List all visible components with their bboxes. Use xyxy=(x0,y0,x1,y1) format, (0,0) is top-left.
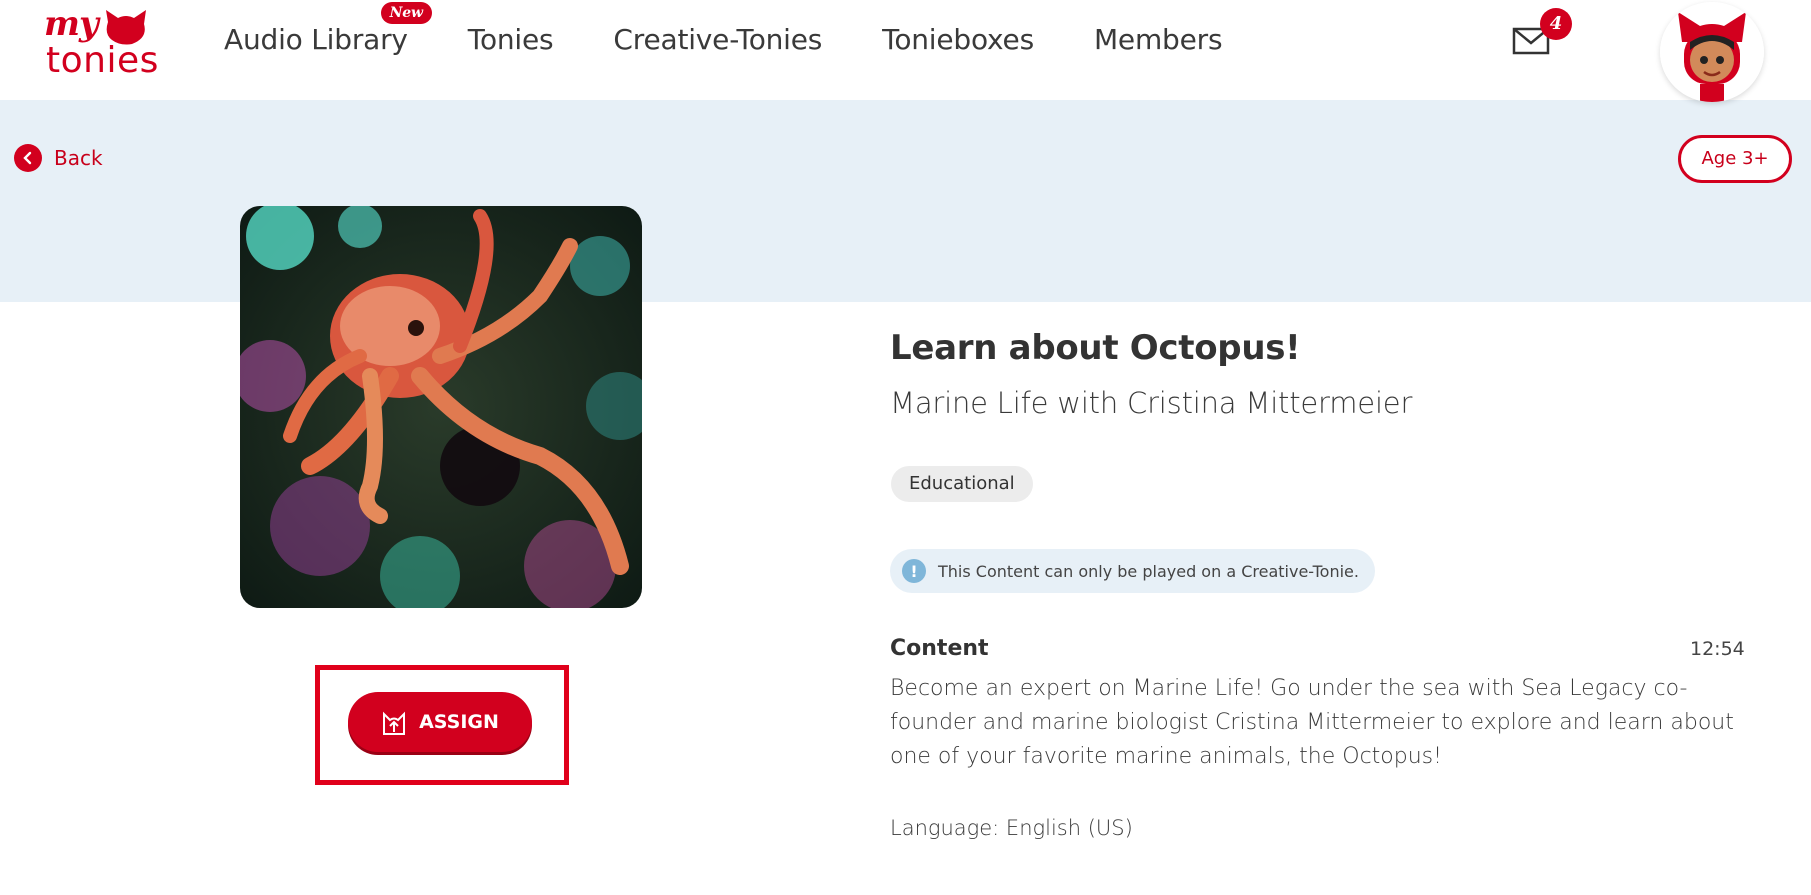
back-arrow-icon xyxy=(14,144,42,172)
top-header: my tonies Audio Library New Tonies Creat… xyxy=(0,0,1811,100)
content-heading: Content xyxy=(890,636,989,661)
info-icon: ! xyxy=(902,559,926,583)
content-cover-image xyxy=(240,206,642,608)
logo-my-text: my xyxy=(44,4,99,44)
nav-tonies[interactable]: Tonies xyxy=(468,20,554,60)
content-duration: 12:54 xyxy=(1690,638,1745,660)
nav-creative-tonies[interactable]: Creative-Tonies xyxy=(613,20,822,60)
info-text: This Content can only be played on a Cre… xyxy=(938,561,1359,581)
logo-tonies-text: tonies xyxy=(46,40,159,81)
assign-label: ASSIGN xyxy=(419,711,499,733)
nav-members[interactable]: Members xyxy=(1094,20,1223,60)
mail-count-badge: 4 xyxy=(1540,8,1572,40)
tonie-upload-icon xyxy=(383,711,406,735)
assign-button[interactable]: ASSIGN xyxy=(348,692,532,752)
avatar-icon xyxy=(1660,2,1764,102)
mytonies-logo[interactable]: my tonies xyxy=(42,4,162,84)
content-language: Language: English (US) xyxy=(890,816,1133,840)
main-nav: Audio Library New Tonies Creative-Tonies… xyxy=(224,2,1282,60)
content-description: Become an expert on Marine Life! Go unde… xyxy=(890,676,1734,769)
octopus-image-icon xyxy=(240,206,642,608)
back-button[interactable]: Back xyxy=(14,144,103,172)
nav-audio-library-label: Audio Library xyxy=(224,23,408,56)
nav-audio-library[interactable]: Audio Library New xyxy=(224,2,432,60)
back-label: Back xyxy=(54,146,103,170)
nav-tonieboxes[interactable]: Tonieboxes xyxy=(882,20,1034,60)
content-title: Learn about Octopus! xyxy=(890,328,1301,368)
genre-tag: Educational xyxy=(891,466,1033,502)
age-badge: Age 3+ xyxy=(1678,135,1792,183)
content-subtitle: Marine Life with Cristina Mittermeier xyxy=(890,386,1413,420)
messages-button[interactable]: 4 xyxy=(1512,8,1572,58)
user-avatar[interactable] xyxy=(1660,2,1764,102)
info-notice: ! This Content can only be played on a C… xyxy=(890,549,1375,593)
new-badge: New xyxy=(380,2,432,24)
